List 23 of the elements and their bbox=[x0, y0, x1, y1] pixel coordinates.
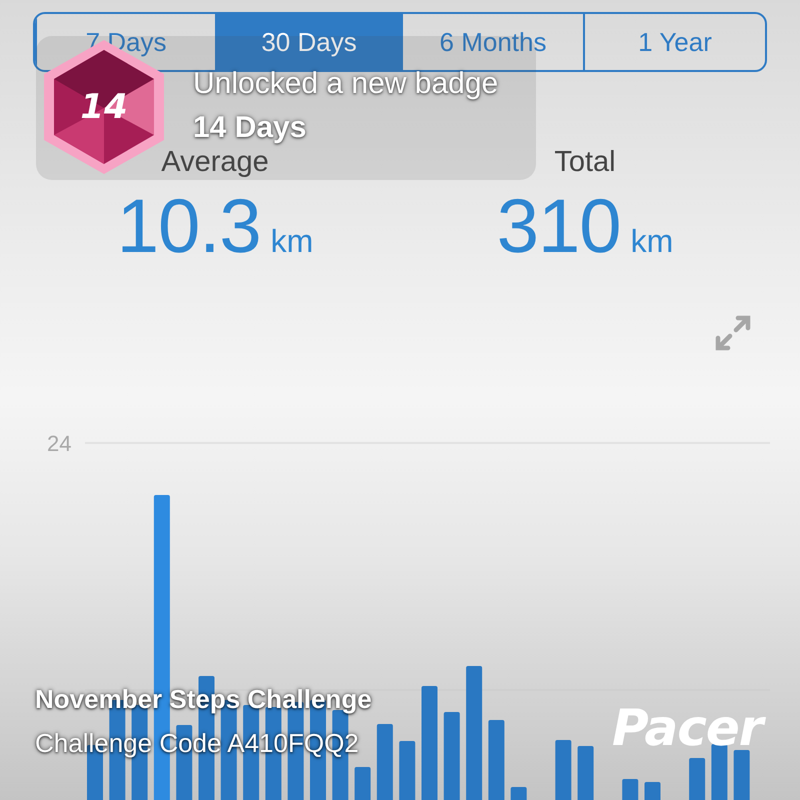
chart-bar bbox=[555, 740, 572, 800]
chart-bar bbox=[354, 767, 371, 800]
stat-value: 10.3 bbox=[116, 187, 261, 268]
stat-label: Average bbox=[161, 145, 269, 180]
stat-value: 310 bbox=[496, 187, 621, 268]
axis-tick-label: 24 bbox=[47, 431, 72, 456]
chart-bar bbox=[734, 750, 750, 800]
stat-label: Total bbox=[554, 145, 616, 180]
chart-bar bbox=[644, 782, 660, 800]
chart-bar bbox=[622, 779, 638, 800]
badge-name: 14 Days bbox=[193, 111, 306, 145]
period-tab[interactable]: 1 Year bbox=[583, 14, 765, 70]
chart-bar bbox=[711, 744, 728, 800]
expand-icon[interactable] bbox=[714, 315, 752, 352]
chart-bar bbox=[689, 758, 706, 800]
badge-number: 14 bbox=[80, 87, 128, 127]
stat-unit: km bbox=[270, 223, 314, 260]
chart-bar bbox=[578, 746, 594, 800]
period-tab[interactable]: 6 Months bbox=[400, 14, 583, 70]
chart-bar bbox=[399, 741, 416, 800]
period-tab[interactable]: 30 Days bbox=[215, 14, 401, 70]
stat-unit: km bbox=[630, 223, 674, 260]
chart-bar bbox=[510, 787, 527, 800]
